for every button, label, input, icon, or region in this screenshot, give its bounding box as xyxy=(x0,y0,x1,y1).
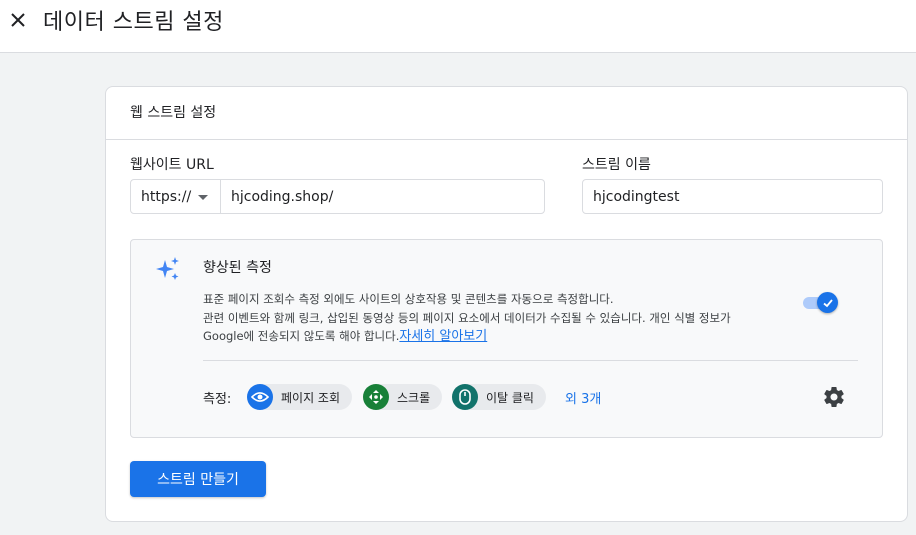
close-button[interactable] xyxy=(6,8,30,32)
chip-outbound-click[interactable]: 이탈 클릭 xyxy=(452,384,546,410)
eye-icon xyxy=(247,384,273,410)
protocol-select[interactable]: https:// xyxy=(130,179,221,214)
stream-name-label: 스트림 이름 xyxy=(582,157,651,173)
enhanced-measurement-toggle[interactable] xyxy=(801,292,839,313)
card-title: 웹 스트림 설정 xyxy=(130,105,217,121)
enhanced-measurement-description: 표준 페이지 조회수 측정 외에도 사이트의 상호작용 및 콘텐츠를 자동으로 … xyxy=(203,290,803,347)
sparkle-icon xyxy=(156,257,179,280)
enhanced-measurement-panel: 향상된 측정 표준 페이지 조회수 측정 외에도 사이트의 상호작용 및 콘텐츠… xyxy=(130,239,883,438)
mouse-icon xyxy=(452,384,478,410)
description-line-3: Google에 전송되지 않도록 해야 합니다. xyxy=(203,329,400,343)
chip-scroll[interactable]: 스크롤 xyxy=(363,384,443,410)
website-url-input[interactable] xyxy=(220,179,545,214)
check-icon xyxy=(822,298,833,307)
toggle-knob xyxy=(817,292,838,313)
enhanced-measurement-title: 향상된 측정 xyxy=(203,260,272,276)
measurement-label: 측정: xyxy=(203,392,232,407)
web-stream-settings-card: 웹 스트림 설정 웹사이트 URL https:// 스트림 이름 향상된 측정… xyxy=(105,86,908,522)
stream-name-input[interactable] xyxy=(582,179,883,214)
website-url-label: 웹사이트 URL xyxy=(130,157,214,173)
protocol-value: https:// xyxy=(141,188,192,205)
gear-icon[interactable] xyxy=(822,385,846,409)
create-stream-button[interactable]: 스트림 만들기 xyxy=(130,461,266,497)
chip-label: 이탈 클릭 xyxy=(486,390,534,405)
chip-label: 스크롤 xyxy=(397,390,431,405)
top-bar: 데이터 스트림 설정 xyxy=(0,0,916,53)
close-icon xyxy=(11,13,25,27)
learn-more-link[interactable]: 자세히 알아보기 xyxy=(399,329,487,344)
more-measurements-link[interactable]: 외 3개 xyxy=(565,388,601,407)
chip-label: 페이지 조회 xyxy=(281,390,341,405)
divider xyxy=(203,360,858,361)
description-line-1: 표준 페이지 조회수 측정 외에도 사이트의 상호작용 및 콘텐츠를 자동으로 … xyxy=(203,292,614,306)
page-title: 데이터 스트림 설정 xyxy=(43,10,224,35)
description-line-2: 관련 이벤트와 함께 링크, 삽입된 동영상 등의 페이지 요소에서 데이터가 … xyxy=(203,310,731,325)
card-header: 웹 스트림 설정 xyxy=(106,87,907,140)
scroll-crosshair-icon xyxy=(363,384,389,410)
chevron-down-icon xyxy=(198,195,208,200)
chip-page-view[interactable]: 페이지 조회 xyxy=(247,384,353,410)
